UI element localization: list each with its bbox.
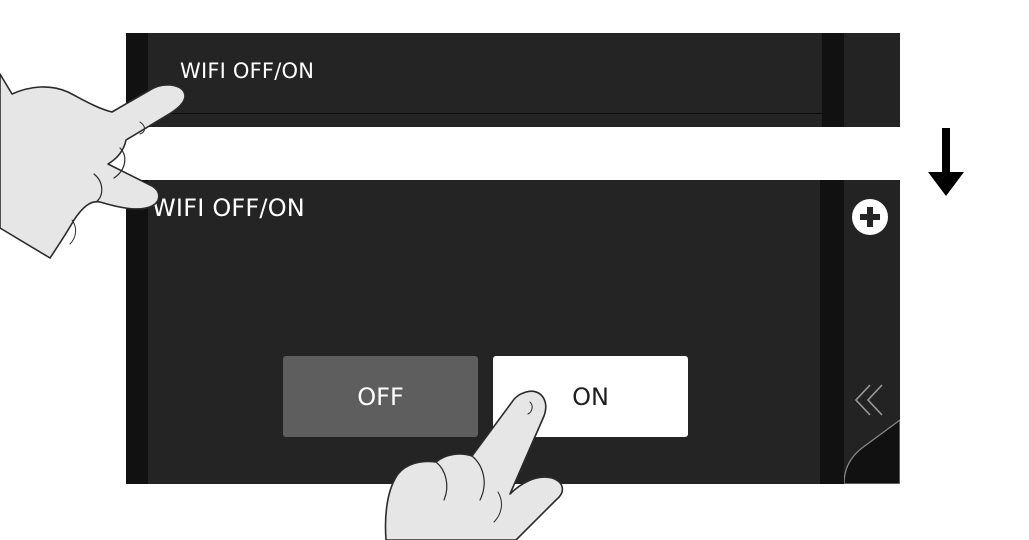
panel-right-edge (822, 33, 844, 127)
tapping-hand-icon (384, 390, 564, 540)
corner-tab (844, 419, 900, 484)
pointing-hand-icon (0, 73, 186, 259)
down-arrow-icon (928, 128, 964, 196)
wifi-row-title[interactable]: WIFI OFF/ON (180, 59, 314, 83)
panel-right-edge (820, 180, 844, 484)
side-action-strip (844, 33, 900, 127)
plus-bar-vertical (867, 207, 873, 227)
row-divider (148, 113, 822, 114)
plus-circle-icon[interactable] (852, 199, 888, 235)
collapsed-settings-row[interactable]: WIFI OFF/ON (126, 33, 900, 127)
